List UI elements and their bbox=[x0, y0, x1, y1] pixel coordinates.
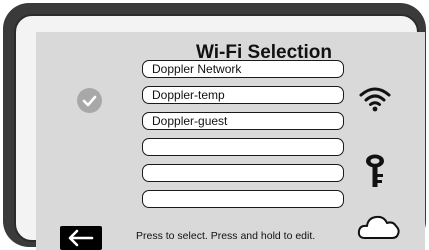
back-arrow-icon bbox=[68, 229, 94, 247]
check-icon bbox=[77, 88, 102, 113]
key-icon[interactable] bbox=[363, 153, 387, 194]
device-bezel: Wi-Fi Selection Doppler Network Doppler-… bbox=[3, 3, 426, 250]
network-slot-1[interactable]: Doppler Network bbox=[142, 60, 344, 78]
network-slot-6[interactable] bbox=[142, 190, 344, 208]
network-slot-3[interactable]: Doppler-guest bbox=[142, 112, 344, 130]
wifi-icon[interactable] bbox=[358, 84, 392, 117]
network-slot-5[interactable] bbox=[142, 164, 344, 182]
back-button[interactable] bbox=[60, 226, 102, 250]
network-slot-4[interactable] bbox=[142, 138, 344, 156]
hint-text: Press to select. Press and hold to edit. bbox=[136, 230, 316, 242]
wifi-selection-screen: Wi-Fi Selection Doppler Network Doppler-… bbox=[36, 32, 425, 250]
cloud-icon[interactable] bbox=[357, 214, 401, 245]
network-slot-2[interactable]: Doppler-temp bbox=[142, 86, 344, 104]
device-frame: Wi-Fi Selection Doppler Network Doppler-… bbox=[14, 14, 425, 250]
